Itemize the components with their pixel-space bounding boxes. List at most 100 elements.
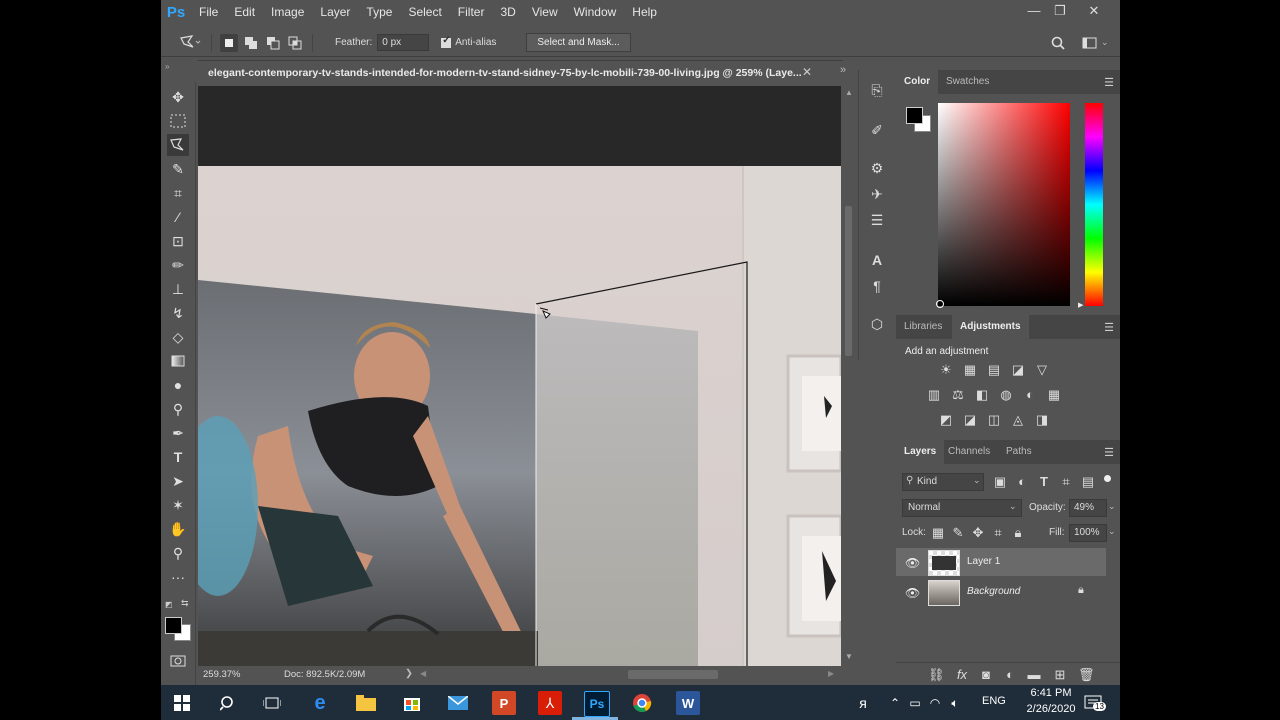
color-balance-icon[interactable]: ⚖ xyxy=(950,387,966,403)
marquee-tool-icon[interactable] xyxy=(167,110,189,132)
more-tools-icon[interactable]: ··· xyxy=(167,566,189,588)
zoom-tool-icon[interactable]: ⚲ xyxy=(167,542,189,564)
close-button[interactable]: ✕ xyxy=(1079,0,1109,22)
layer-filter-select[interactable]: ⚲ Kind ⌄ xyxy=(902,473,984,491)
layer-visibility-eye-icon[interactable]: 👁︎ xyxy=(905,556,920,570)
brushes-icon[interactable]: ✈ xyxy=(867,184,887,204)
layer-row-background[interactable]: 👁︎ Background 🔒︎ xyxy=(896,578,1106,606)
tab-adjustments[interactable]: Adjustments xyxy=(952,315,1029,339)
color-picker-handle[interactable] xyxy=(936,300,944,308)
task-view-icon[interactable] xyxy=(260,691,284,715)
default-colors-icon[interactable]: ◩ xyxy=(165,600,173,609)
powerpoint-icon[interactable]: P xyxy=(492,691,516,715)
scroll-right-icon[interactable]: ▶ xyxy=(828,669,834,678)
store-icon[interactable] xyxy=(400,691,424,715)
hue-slider[interactable] xyxy=(1085,103,1103,306)
vertical-scrollbar[interactable]: ▲ ▼ xyxy=(843,86,855,666)
layer-row-layer-1[interactable]: 👁︎ Layer 1 xyxy=(896,548,1106,576)
lock-all-icon[interactable]: 🔒︎ xyxy=(1010,525,1026,541)
properties-icon[interactable]: ⚙ xyxy=(867,158,887,178)
polygonal-lasso-tool-icon[interactable] xyxy=(167,134,189,156)
filter-pixel-icon[interactable]: ▣ xyxy=(992,474,1008,490)
polygonal-lasso-preset-icon[interactable] xyxy=(177,34,203,52)
volume-icon[interactable]: 🔈︎ xyxy=(943,691,967,715)
search-icon[interactable] xyxy=(1049,34,1067,52)
crop-tool-icon[interactable]: ⌗ xyxy=(167,182,189,204)
lock-transparent-icon[interactable]: ▦ xyxy=(930,525,946,541)
menu-view[interactable]: View xyxy=(524,0,566,25)
filter-smart-object-icon[interactable]: ▤ xyxy=(1080,474,1096,490)
menu-layer[interactable]: Layer xyxy=(312,0,358,25)
background-visibility-eye-icon[interactable]: 👁︎ xyxy=(905,586,920,600)
search-taskbar-icon[interactable] xyxy=(216,691,240,715)
color-lookup-icon[interactable]: ▦ xyxy=(1046,387,1062,403)
selective-color-icon[interactable]: ◬ xyxy=(1010,412,1026,428)
new-group-icon[interactable]: ▬ xyxy=(1026,667,1042,683)
edge-browser-icon[interactable]: e xyxy=(308,691,332,715)
opacity-input[interactable]: 49% xyxy=(1069,499,1107,517)
hand-tool-icon[interactable]: ✋ xyxy=(167,518,189,540)
menu-3d[interactable]: 3D xyxy=(492,0,523,25)
filter-shape-icon[interactable]: ⌗ xyxy=(1058,474,1074,490)
mail-icon[interactable] xyxy=(446,691,470,715)
curves-icon[interactable]: ▤ xyxy=(986,362,1002,378)
history-panel-icon[interactable]: ⎘ xyxy=(867,80,887,100)
file-explorer-icon[interactable] xyxy=(354,691,378,715)
color-field[interactable] xyxy=(938,103,1070,306)
exposure-icon[interactable]: ◪ xyxy=(1010,362,1026,378)
document-tab[interactable]: elegant-contemporary-tv-stands-intended-… xyxy=(198,60,843,87)
tab-color[interactable]: Color xyxy=(896,70,939,94)
tab-channels[interactable]: Channels xyxy=(940,440,998,464)
horizontal-scroll-thumb[interactable] xyxy=(628,670,718,679)
menu-select[interactable]: Select xyxy=(400,0,449,25)
filter-adjustment-icon[interactable]: ◐ xyxy=(1014,474,1030,490)
dodge-tool-icon[interactable]: ⚲ xyxy=(167,398,189,420)
brush-settings-icon[interactable]: ✐ xyxy=(867,120,887,140)
new-selection-icon[interactable] xyxy=(220,33,238,52)
delete-layer-icon[interactable]: 🗑︎ xyxy=(1078,667,1095,683)
blend-mode-select[interactable]: Normal ⌄ xyxy=(902,499,1022,517)
collapse-toolbar-icon[interactable]: » xyxy=(165,62,169,71)
new-adjustment-layer-icon[interactable]: ◐ xyxy=(1002,667,1018,683)
layer-1-name[interactable]: Layer 1 xyxy=(967,556,1000,567)
foreground-color-swatch[interactable] xyxy=(165,617,182,634)
paragraph-panel-icon[interactable]: ¶ xyxy=(867,276,887,296)
eraser-tool-icon[interactable]: ◇ xyxy=(167,326,189,348)
action-center-icon[interactable]: 13 xyxy=(1081,691,1106,715)
lock-artboard-icon[interactable]: ⌗ xyxy=(990,525,1006,541)
start-button-icon[interactable] xyxy=(170,691,194,715)
hue-saturation-icon[interactable]: ▥ xyxy=(926,387,942,403)
subtract-selection-icon[interactable] xyxy=(264,34,282,52)
fill-input[interactable]: 100% xyxy=(1069,524,1107,542)
blur-tool-icon[interactable]: ● xyxy=(167,374,189,396)
word-icon[interactable]: W xyxy=(676,691,700,715)
layer-style-fx-icon[interactable]: fx xyxy=(954,667,970,683)
zoom-level[interactable]: 259.37% xyxy=(203,669,241,680)
scroll-down-icon[interactable]: ▼ xyxy=(845,652,853,661)
photoshop-taskbar-icon[interactable]: Ps xyxy=(584,691,610,717)
link-layers-icon[interactable]: ⛓︎ xyxy=(928,667,945,683)
swap-colors-icon[interactable]: ⇆ xyxy=(181,598,189,609)
clone-stamp-tool-icon[interactable]: ⊥ xyxy=(167,278,189,300)
opacity-chevron-icon[interactable]: ⌄ xyxy=(1108,501,1116,512)
menu-window[interactable]: Window xyxy=(566,0,625,25)
clock-date[interactable]: 2/26/2020 xyxy=(1016,703,1086,715)
panel-foreground-swatch[interactable] xyxy=(906,107,923,124)
layers-panel-menu-icon[interactable]: ☰ xyxy=(1104,446,1114,459)
color-panel-menu-icon[interactable]: ☰ xyxy=(1104,76,1114,89)
workspace-icon[interactable] xyxy=(1081,34,1099,52)
tab-libraries[interactable]: Libraries xyxy=(896,315,950,339)
feather-input[interactable]: 0 px xyxy=(377,34,430,51)
clock-time[interactable]: 6:41 PM xyxy=(1021,687,1081,699)
scroll-left-icon[interactable]: ◀ xyxy=(420,669,426,678)
3d-panel-icon[interactable]: ⬡ xyxy=(867,314,887,334)
black-white-icon[interactable]: ◧ xyxy=(974,387,990,403)
antialias-checkbox[interactable]: ✓ xyxy=(441,35,452,48)
adjust-sliders-icon[interactable]: ☰ xyxy=(867,210,887,230)
channel-mixer-icon[interactable]: ◐ xyxy=(1022,387,1038,403)
lock-image-icon[interactable]: ✎ xyxy=(950,525,966,541)
gradient-tool-icon[interactable] xyxy=(167,350,189,372)
new-layer-icon[interactable]: ⊞ xyxy=(1052,667,1068,683)
menu-edit[interactable]: Edit xyxy=(226,0,263,25)
quick-selection-tool-icon[interactable]: ✎ xyxy=(167,158,189,180)
